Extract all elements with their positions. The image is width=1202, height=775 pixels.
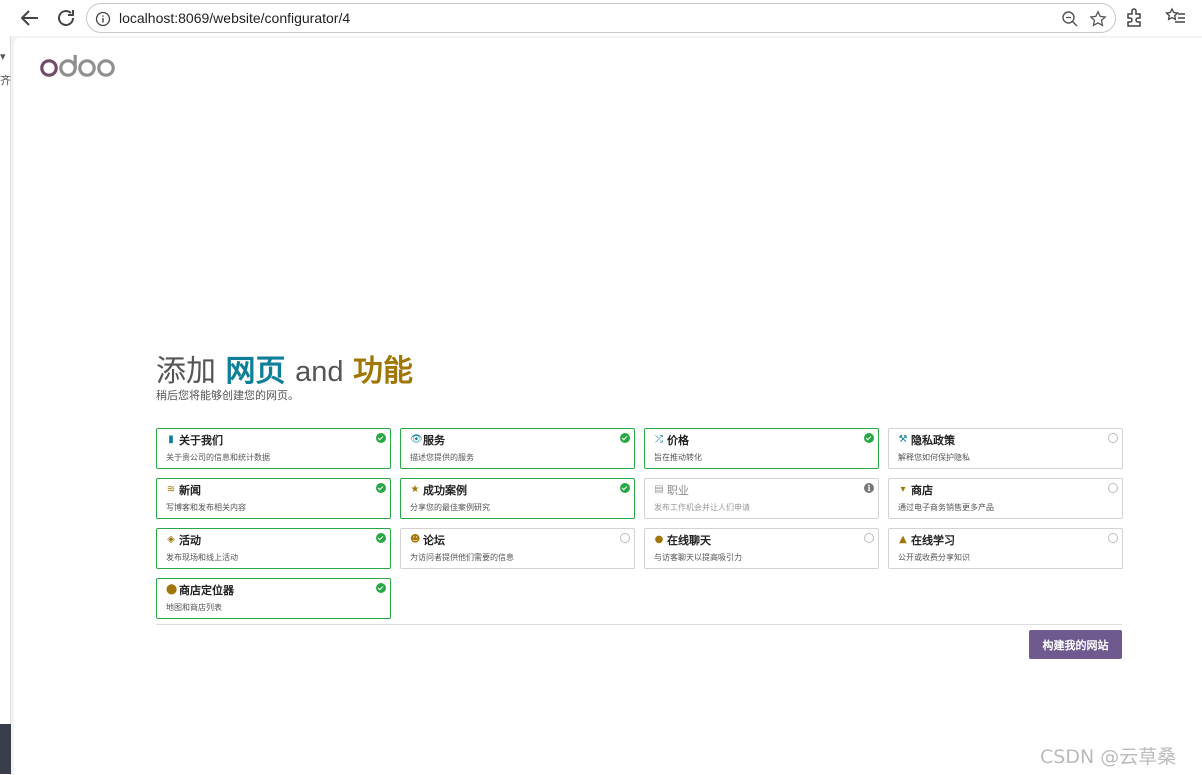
feature-description: 旨在推动转化 bbox=[654, 453, 702, 462]
check-circle-icon bbox=[620, 483, 630, 493]
feature-title: 商店定位器 bbox=[179, 584, 234, 597]
feature-title: 商店 bbox=[911, 484, 933, 497]
feature-card[interactable]: ▾ 商店通过电子商务销售更多产品 bbox=[888, 478, 1123, 519]
feature-card[interactable]: ★ 成功案例分享您的最佳案例研究 bbox=[400, 478, 635, 519]
feature-description: 发布现场和线上活动 bbox=[166, 553, 238, 562]
watermark: CSDN @云草桑 bbox=[1040, 746, 1177, 768]
side-fragment-2: 齐 bbox=[0, 74, 11, 87]
zoom-icon[interactable] bbox=[1061, 10, 1079, 28]
star-icon: ★ bbox=[410, 484, 420, 495]
feature-title: 价格 bbox=[667, 434, 689, 447]
reload-icon[interactable] bbox=[54, 6, 78, 30]
bookmark-star-icon[interactable] bbox=[1089, 10, 1107, 28]
browser-toolbar: localhost:8069/website/configurator/4 bbox=[0, 0, 1202, 36]
check-circle-icon bbox=[376, 483, 386, 493]
title-and: and bbox=[295, 356, 344, 388]
feature-description: 分享您的最佳案例研究 bbox=[410, 503, 490, 512]
feature-card[interactable]: ⬤ 商店定位器地图和商店列表 bbox=[156, 578, 391, 619]
empty-circle-icon bbox=[1108, 483, 1118, 493]
feature-title: 关于我们 bbox=[179, 434, 223, 447]
url-text[interactable]: localhost:8069/website/configurator/4 bbox=[119, 10, 350, 26]
background-window-strip: ▾ 齐 bbox=[0, 36, 11, 775]
build-website-button[interactable]: 构建我的网站 bbox=[1029, 630, 1122, 659]
feature-card[interactable]: ◈ 活动发布现场和线上活动 bbox=[156, 528, 391, 569]
feature-card[interactable]: ▤ 职业发布工作机会并让人们申请 i bbox=[644, 478, 879, 519]
feature-title: 在线学习 bbox=[911, 534, 955, 547]
bookmark-icon: ▮ bbox=[168, 434, 174, 445]
feature-description: 关于贵公司的信息和统计数据 bbox=[166, 453, 270, 462]
feature-card[interactable]: ▲ 在线学习公开或收费分享知识 bbox=[888, 528, 1123, 569]
feature-description: 公开或收费分享知识 bbox=[898, 553, 970, 562]
ticket-icon: ◈ bbox=[167, 534, 175, 545]
feature-card[interactable]: ● 在线聊天与访客聊天以提高吸引力 bbox=[644, 528, 879, 569]
feature-description: 与访客聊天以提高吸引力 bbox=[654, 553, 742, 562]
feature-title: 在线聊天 bbox=[667, 534, 711, 547]
comments-icon: ● bbox=[654, 534, 664, 545]
feature-title: 论坛 bbox=[423, 534, 445, 547]
graduation-cap-icon: ▲ bbox=[899, 534, 907, 545]
feature-title: 成功案例 bbox=[423, 484, 467, 497]
feature-title: 服务 bbox=[423, 434, 445, 447]
check-circle-icon bbox=[864, 433, 874, 443]
rss-icon: ≋ bbox=[166, 484, 176, 495]
favorites-icon[interactable] bbox=[1165, 6, 1187, 28]
id-card-icon: ▤ bbox=[654, 484, 664, 495]
feature-description: 描述您提供的服务 bbox=[410, 453, 474, 462]
feature-card[interactable]: ⚒ 隐私政策解释您如何保护隐私 bbox=[888, 428, 1123, 469]
page-title: 添加 网页 and 功能 bbox=[156, 346, 413, 390]
feature-description: 发布工作机会并让人们申请 bbox=[654, 503, 750, 512]
address-bar[interactable]: localhost:8069/website/configurator/4 bbox=[86, 3, 1116, 33]
check-circle-icon bbox=[620, 433, 630, 443]
feature-description: 写博客和发布相关内容 bbox=[166, 503, 246, 512]
extensions-icon[interactable] bbox=[1124, 6, 1146, 28]
feature-card[interactable]: ≋ 新闻写博客和发布相关内容 bbox=[156, 478, 391, 519]
check-circle-icon bbox=[376, 433, 386, 443]
feature-description: 为访问者提供他们需要的信息 bbox=[410, 553, 514, 562]
handshake-icon: 👁 bbox=[410, 434, 423, 445]
divider bbox=[156, 624, 1122, 625]
shopping-cart-icon: ▾ bbox=[900, 484, 906, 495]
feature-title: 职业 bbox=[667, 484, 689, 497]
map-marker-icon: ⬤ bbox=[166, 584, 178, 595]
feature-description: 地图和商店列表 bbox=[166, 603, 222, 612]
feature-title: 新闻 bbox=[179, 484, 201, 497]
feature-description: 解释您如何保护隐私 bbox=[898, 453, 970, 462]
feature-title: 活动 bbox=[179, 534, 201, 547]
page-subtitle: 稍后您将能够创建您的网页。 bbox=[156, 389, 299, 402]
title-prefix: 添加 bbox=[156, 354, 216, 389]
info-circle-icon: i bbox=[864, 483, 874, 493]
check-circle-icon bbox=[376, 533, 386, 543]
side-fragment-1: ▾ bbox=[0, 50, 6, 63]
title-pages-word: 网页 bbox=[225, 354, 286, 389]
check-circle-icon bbox=[376, 583, 386, 593]
users-icon: ☻ bbox=[410, 534, 421, 545]
empty-circle-icon bbox=[1108, 533, 1118, 543]
feature-card[interactable]: ⤮ 价格旨在推动转化 bbox=[644, 428, 879, 469]
feature-description: 通过电子商务销售更多产品 bbox=[898, 503, 994, 512]
site-info-icon[interactable] bbox=[95, 11, 111, 27]
configurator-page: 添加 网页 and 功能 稍后您将能够创建您的网页。 ▮ 关于我们关于贵公司的信息… bbox=[14, 38, 1202, 775]
odoo-logo[interactable] bbox=[40, 52, 116, 78]
gavel-icon: ⚒ bbox=[898, 434, 908, 445]
back-icon[interactable] bbox=[18, 6, 42, 30]
empty-circle-icon bbox=[864, 533, 874, 543]
empty-circle-icon bbox=[620, 533, 630, 543]
feature-card[interactable]: ▮ 关于我们关于贵公司的信息和统计数据 bbox=[156, 428, 391, 469]
title-features-word: 功能 bbox=[353, 354, 414, 389]
empty-circle-icon bbox=[1108, 433, 1118, 443]
feature-card[interactable]: ☻ 论坛为访问者提供他们需要的信息 bbox=[400, 528, 635, 569]
feature-title: 隐私政策 bbox=[911, 434, 955, 447]
background-panel bbox=[0, 724, 11, 774]
random-icon: ⤮ bbox=[655, 434, 663, 445]
feature-card[interactable]: 👁 服务描述您提供的服务 bbox=[400, 428, 635, 469]
